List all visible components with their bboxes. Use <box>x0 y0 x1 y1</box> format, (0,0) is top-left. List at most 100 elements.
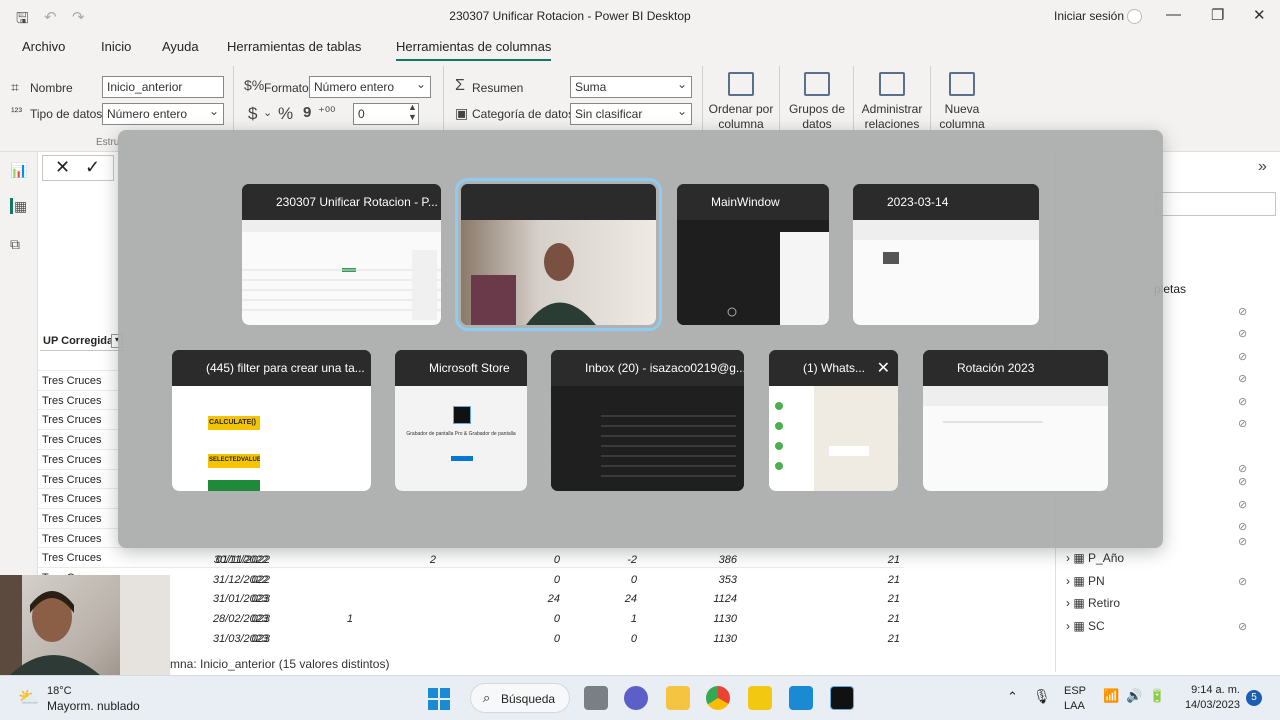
task-view-icon[interactable] <box>584 686 608 710</box>
table-cell[interactable]: 1130 <box>645 610 737 629</box>
collapse-pane-icon[interactable]: » <box>1258 158 1267 176</box>
table-cell[interactable]: 28/02/2023 <box>190 610 268 629</box>
field-item[interactable]: › ▦ Retiro <box>1066 596 1120 610</box>
hidden-eye-icon[interactable]: ⊘ <box>1238 498 1247 511</box>
file-explorer-icon[interactable] <box>666 686 690 710</box>
hidden-eye-icon[interactable]: ⊘ <box>1238 417 1247 430</box>
table-cell-up-corregida[interactable]: Tres Cruces <box>42 431 122 450</box>
table-cell[interactable] <box>360 590 436 609</box>
field-item[interactable]: › ▦ SC <box>1066 619 1105 633</box>
close-icon[interactable]: ✕ <box>1253 6 1266 24</box>
category-select[interactable]: Sin clasificar <box>570 103 692 125</box>
decimals-spinner-icon[interactable]: ▲ ▼ <box>408 102 417 122</box>
table-cell[interactable]: 24 <box>565 590 637 609</box>
battery-icon[interactable]: 🔋 <box>1149 688 1165 704</box>
table-cell[interactable]: 0 <box>442 551 560 570</box>
table-cell-up-corregida[interactable]: Tres Cruces <box>42 471 122 490</box>
table-cell[interactable]: 21 <box>742 630 900 649</box>
powerbi-taskbar-icon[interactable] <box>748 686 772 710</box>
minimize-icon[interactable]: — <box>1166 6 1181 23</box>
tab-ayuda[interactable]: Ayuda <box>162 39 199 54</box>
table-cell-up-corregida[interactable]: Tres Cruces <box>42 530 122 549</box>
table-cell[interactable] <box>360 610 436 629</box>
weather-temperature[interactable]: 18°C <box>47 685 72 697</box>
clock-time[interactable]: 9:14 a. m. <box>1180 684 1240 696</box>
volume-icon[interactable]: 🔊 <box>1126 688 1142 704</box>
table-cell-up-corregida[interactable]: Tres Cruces <box>42 392 122 411</box>
start-icon[interactable] <box>428 688 450 710</box>
decimal-icon[interactable]: ⁺⁰⁰ <box>318 104 335 120</box>
hidden-eye-icon[interactable]: ⊘ <box>1238 305 1247 318</box>
percent-button[interactable]: % <box>278 104 293 124</box>
field-item[interactable]: › ▦ P_Año <box>1066 551 1124 565</box>
hidden-eye-icon[interactable]: ⊘ <box>1238 520 1247 533</box>
window-powerbi[interactable]: 230307 Unificar Rotacion - P... <box>242 184 441 325</box>
datatype-select[interactable]: Número entero <box>102 103 224 125</box>
signin-avatar-icon[interactable] <box>1127 9 1142 24</box>
table-cell[interactable]: 386 <box>645 551 737 570</box>
table-cell[interactable]: 1 <box>565 610 637 629</box>
window-chrome-whatsapp[interactable]: (1) Whats... ✕ <box>769 350 898 491</box>
signin-link[interactable]: Iniciar sesión <box>1054 9 1124 23</box>
window-chrome-gmail[interactable]: Inbox (20) - isazaco0219@g... <box>551 350 744 491</box>
weather-description[interactable]: Mayorm. nublado <box>47 699 140 713</box>
table-cell[interactable]: 353 <box>645 571 737 590</box>
table-cell[interactable]: 0 <box>565 571 637 590</box>
hidden-eye-icon[interactable]: ⊘ <box>1238 327 1247 340</box>
comma-button[interactable]: 9 <box>303 104 311 121</box>
table-cell[interactable] <box>275 630 353 649</box>
table-cell-up-corregida[interactable]: Tres Cruces <box>42 549 122 568</box>
new-column-button[interactable]: Nueva columna <box>936 72 988 132</box>
model-view-icon[interactable]: ⧉ <box>10 236 28 252</box>
hidden-eye-icon[interactable]: ⊘ <box>1238 535 1247 548</box>
table-cell[interactable]: 21 <box>742 551 900 570</box>
format-select[interactable]: Número entero <box>309 76 431 98</box>
taskbar-search[interactable]: ⌕ Búsqueda <box>470 683 570 713</box>
close-window-icon[interactable]: ✕ <box>877 358 890 378</box>
table-cell[interactable]: 24 <box>442 590 560 609</box>
hidden-eye-icon[interactable]: ⊘ <box>1238 475 1247 488</box>
table-cell-up-corregida[interactable]: Tres Cruces <box>42 451 122 470</box>
window-folder-2023-03-14[interactable]: 2023-03-14 <box>853 184 1039 325</box>
report-view-icon[interactable]: 📊 <box>10 162 28 178</box>
table-cell-up-corregida[interactable]: Tres Cruces <box>42 490 122 509</box>
data-groups-button[interactable]: Grupos de datos <box>786 72 848 132</box>
hidden-eye-icon[interactable]: ⊘ <box>1238 395 1247 408</box>
tab-archivo[interactable]: Archivo <box>22 39 65 54</box>
hidden-eye-icon[interactable]: ⊘ <box>1238 372 1247 385</box>
table-cell[interactable]: 0 <box>442 630 560 649</box>
manage-relations-button[interactable]: Administrar relaciones <box>859 72 925 132</box>
table-cell[interactable] <box>360 571 436 590</box>
table-cell[interactable]: -2 <box>565 551 637 570</box>
hidden-eye-icon[interactable]: ⊘ <box>1238 620 1247 633</box>
currency-dropdown-icon[interactable]: ⌄ <box>263 106 272 119</box>
table-cell[interactable] <box>360 630 436 649</box>
table-cell[interactable] <box>275 590 353 609</box>
notification-badge[interactable]: 5 <box>1246 690 1262 706</box>
recorder-taskbar-icon[interactable] <box>830 686 854 710</box>
commit-formula-icon[interactable]: ✓ <box>85 157 100 178</box>
table-cell[interactable]: 31/12/2022 <box>190 571 268 590</box>
table-cell[interactable]: 31/01/2023 <box>190 590 268 609</box>
hidden-eye-icon[interactable]: ⊘ <box>1238 462 1247 475</box>
hidden-eye-icon[interactable]: ⊘ <box>1238 350 1247 363</box>
table-cell[interactable]: 0 <box>442 571 560 590</box>
table-cell-up-corregida[interactable]: Tres Cruces <box>42 510 122 529</box>
table-cell[interactable]: 1124 <box>645 590 737 609</box>
chat-icon[interactable] <box>624 686 648 710</box>
microphone-icon[interactable]: 🎙 <box>1033 688 1051 705</box>
tab-column-tools[interactable]: Herramientas de columnas <box>396 39 552 61</box>
table-cell[interactable]: 30/11/2022 <box>190 551 268 570</box>
data-view-icon[interactable]: ▦ <box>10 198 28 214</box>
table-cell[interactable] <box>275 571 353 590</box>
cancel-formula-icon[interactable]: ✕ <box>55 157 70 178</box>
table-cell-up-corregida[interactable]: Tres Cruces <box>42 372 122 391</box>
tray-chevron-icon[interactable]: ⌃ <box>1007 689 1018 705</box>
table-cell-up-corregida[interactable]: Tres Cruces <box>42 411 122 430</box>
table-cell[interactable]: 21 <box>742 590 900 609</box>
language-layout[interactable]: LAA <box>1064 700 1085 712</box>
maximize-icon[interactable]: ❐ <box>1211 6 1224 24</box>
currency-button[interactable]: $ <box>248 104 257 124</box>
sort-by-column-button[interactable]: Ordenar por columna <box>708 72 774 132</box>
table-cell[interactable]: 1130 <box>645 630 737 649</box>
